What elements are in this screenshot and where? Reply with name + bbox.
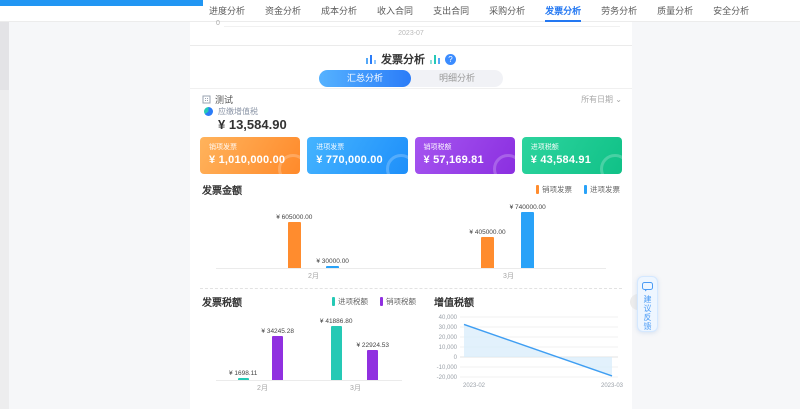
card-label: 进项发票 [316, 142, 398, 152]
bar-进项税额 [238, 378, 249, 380]
date-filter[interactable]: 所有日期 ⌄ [581, 94, 622, 105]
page-title: 发票分析 [381, 51, 425, 67]
svg-text:30,000: 30,000 [439, 325, 458, 331]
main-panel: 0 2023-07 发票分析 ? 汇总分析 明细分析 测试 所有日期 ⌄ 应缴增… [190, 22, 632, 409]
bar-value-label: ¥ 1698.11 [229, 370, 257, 377]
svg-text:-10,000: -10,000 [437, 365, 458, 371]
bar-value-label: ¥ 30000.00 [316, 258, 349, 265]
stat-cards: 销项发票¥ 1,010,000.00进项发票¥ 770,000.00销项税额¥ … [200, 137, 622, 174]
window-edge-shade [0, 10, 9, 90]
bar-value-label: ¥ 22924.53 [356, 342, 389, 349]
x-axis-label: 3月 [350, 383, 361, 393]
bar-value-label: ¥ 34245.28 [261, 328, 294, 335]
chart-title: 发票税额 [202, 294, 242, 309]
invoice-tax-chart: 发票税额 进项税额 销项税额 ¥ 1698.11 ¥ 34245.28 ¥ 41886… [190, 294, 428, 393]
nav-tab-9[interactable]: 安全分析 [713, 0, 749, 22]
bar-plot: ¥ 1698.11 ¥ 34245.28 ¥ 41886.80 ¥ 22924.53 [216, 315, 402, 381]
bar-进项税额 [331, 326, 342, 380]
x-axis-label: 3月 [503, 271, 514, 281]
bar-group-3月: ¥ 41886.80 ¥ 22924.53 [320, 315, 389, 380]
bar-value-label: ¥ 41886.80 [320, 318, 353, 325]
feedback-button[interactable]: 建议反馈 [637, 276, 658, 332]
card-label: 销项发票 [209, 142, 291, 152]
svg-text:40,000: 40,000 [439, 315, 458, 321]
vat-summary: 应缴增值税 [204, 106, 258, 117]
vat-line-chart: 增值税额 40,000 30,000 20,000 10,000 0 -10,000 -20… [430, 294, 630, 400]
nav-tab-6[interactable]: 发票分析 [545, 0, 581, 22]
fragment-x-label: 2023-07 [190, 30, 632, 37]
divider [190, 88, 632, 89]
header-accent-bar [0, 0, 203, 6]
stat-card-2: 销项税额¥ 57,169.81 [415, 137, 515, 174]
nav-tab-5[interactable]: 采购分析 [489, 0, 525, 22]
page-title-row: 发票分析 ? [190, 51, 632, 67]
bar-chart-deco-icon [366, 54, 376, 64]
nav-tab-1[interactable]: 资金分析 [265, 0, 301, 22]
legend-item[interactable]: 销项发票 [536, 184, 572, 195]
vat-label: 应缴增值税 [218, 106, 258, 117]
stat-card-1: 进项发票¥ 770,000.00 [307, 137, 407, 174]
chart-legend: 进项税额 销项税额 [332, 296, 416, 307]
line-plot: 40,000 30,000 20,000 10,000 0 -10,000 -20,000 2… [430, 309, 630, 400]
card-label: 销项税额 [424, 142, 506, 152]
legend-item[interactable]: 销项税额 [380, 296, 416, 307]
nav-tab-2[interactable]: 成本分析 [321, 0, 357, 22]
bar-value-label: ¥ 740000.00 [510, 204, 546, 211]
bar-进项发票 [326, 266, 339, 268]
x-axis-label: 2月 [257, 383, 268, 393]
feedback-label: 建议反馈 [642, 295, 653, 331]
bar-chart-deco-icon [430, 54, 440, 64]
tab-detail-analysis[interactable]: 明细分析 [411, 70, 503, 87]
nav-tab-4[interactable]: 支出合同 [433, 0, 469, 22]
bar-value-label: ¥ 405000.00 [469, 229, 505, 236]
svg-text:10,000: 10,000 [439, 345, 458, 351]
nav-tab-8[interactable]: 质量分析 [657, 0, 693, 22]
vat-value: ¥ 13,584.90 [218, 117, 287, 132]
x-axis-label: 2月 [308, 271, 319, 281]
bar-销项税额 [272, 336, 283, 380]
bar-group-2月: ¥ 1698.11 ¥ 34245.28 [229, 315, 294, 380]
fragment-axis-tick: 0 [216, 20, 220, 27]
project-selector[interactable]: 测试 [202, 93, 233, 106]
stat-card-0: 销项发票¥ 1,010,000.00 [200, 137, 300, 174]
bar-value-label: ¥ 605000.00 [276, 214, 312, 221]
bar-进项发票 [521, 212, 534, 268]
legend-item[interactable]: 进项税额 [332, 296, 368, 307]
bar-plot: ¥ 605000.00 ¥ 30000.00 ¥ 405000.00 ¥ 740000… [216, 201, 606, 269]
pie-icon [204, 107, 213, 116]
x-axis-labels: 2月 3月 [216, 269, 606, 281]
view-tabs: 汇总分析 明细分析 [190, 70, 632, 87]
svg-text:2023-02: 2023-02 [463, 383, 486, 389]
chevron-down-icon[interactable]: ⌄ [620, 3, 628, 14]
chart-legend: 销项发票 进项发票 [536, 184, 620, 195]
bar-group-2月: ¥ 605000.00 ¥ 30000.00 [276, 201, 349, 268]
svg-text:20,000: 20,000 [439, 335, 458, 341]
help-icon[interactable]: ? [445, 54, 456, 65]
project-name: 测试 [215, 93, 233, 106]
card-label: 进项税额 [531, 142, 613, 152]
nav-tabs: 进度分析资金分析成本分析收入合同支出合同采购分析发票分析劳务分析质量分析安全分析 [209, 0, 749, 22]
svg-text:0: 0 [454, 355, 458, 361]
svg-text:-20,000: -20,000 [437, 375, 458, 381]
tab-summary-analysis[interactable]: 汇总分析 [319, 70, 411, 87]
divider [200, 288, 622, 289]
bar-group-3月: ¥ 405000.00 ¥ 740000.00 [469, 201, 545, 268]
building-icon [202, 95, 211, 104]
chart-title: 增值税额 [430, 294, 474, 309]
invoice-amount-chart: 发票金额 销项发票 进项发票 ¥ 605000.00 ¥ 30000.00 ¥ 405… [190, 182, 632, 281]
fragment-gridline [224, 26, 620, 27]
legend-item[interactable]: 进项发票 [584, 184, 620, 195]
stat-card-3: 进项税额¥ 43,584.91 [522, 137, 622, 174]
nav-tab-3[interactable]: 收入合同 [377, 0, 413, 22]
bar-销项发票 [481, 237, 494, 268]
bar-销项税额 [367, 350, 378, 380]
chart-title: 发票金额 [202, 182, 242, 197]
nav-tab-0[interactable]: 进度分析 [209, 0, 245, 22]
divider [190, 45, 632, 46]
bar-销项发票 [288, 222, 301, 268]
chat-bubble-icon [642, 282, 653, 292]
svg-text:2023-03: 2023-03 [601, 383, 624, 389]
x-axis-labels: 2月 3月 [216, 381, 402, 393]
